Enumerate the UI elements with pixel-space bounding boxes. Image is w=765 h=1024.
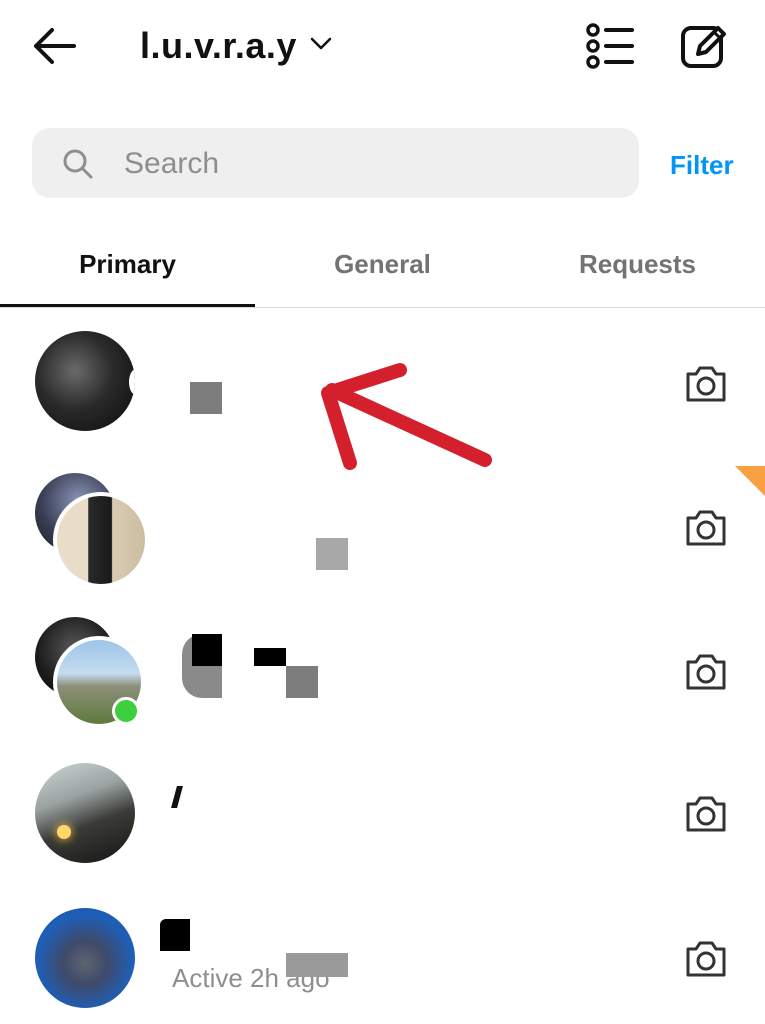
new-message-button[interactable]	[676, 20, 732, 72]
redacted-name	[160, 919, 190, 951]
back-button[interactable]	[28, 22, 84, 70]
tab-requests[interactable]: Requests	[510, 244, 765, 284]
redacted-name	[171, 786, 183, 808]
camera-icon[interactable]	[682, 504, 730, 552]
camera-icon[interactable]	[682, 935, 730, 983]
redacted-block	[286, 666, 318, 698]
notification-corner	[735, 466, 765, 496]
thread-row-2[interactable]	[0, 460, 765, 590]
thread-row-3[interactable]	[0, 604, 765, 734]
online-status-dot	[112, 697, 140, 725]
redacted-name	[190, 382, 222, 414]
redacted-block	[254, 648, 286, 666]
avatar	[35, 331, 135, 431]
thread-row-4[interactable]	[0, 750, 765, 880]
search-bar[interactable]	[32, 128, 639, 198]
search-icon	[63, 149, 93, 179]
filter-button[interactable]: Filter	[670, 150, 734, 181]
list-icon	[586, 23, 634, 69]
tab-divider	[0, 307, 765, 308]
avatar	[35, 908, 135, 1008]
camera-icon[interactable]	[682, 648, 730, 696]
list-view-button[interactable]	[582, 20, 638, 72]
account-username[interactable]: l.u.v.r.a.y	[140, 22, 297, 70]
avatar	[35, 763, 135, 863]
camera-icon[interactable]	[682, 790, 730, 838]
search-input[interactable]	[122, 140, 606, 188]
thread-row-5[interactable]: Active 2h ago	[0, 895, 765, 1024]
tab-general[interactable]: General	[255, 244, 510, 284]
back-arrow-icon	[34, 28, 76, 64]
avatar-secondary	[53, 492, 149, 588]
tab-primary[interactable]: Primary	[0, 244, 255, 284]
chevron-down-icon[interactable]	[308, 30, 334, 56]
camera-icon[interactable]	[682, 360, 730, 408]
redacted-block	[192, 634, 222, 666]
redacted-block	[286, 953, 348, 977]
redacted-name	[316, 538, 348, 570]
edit-icon	[681, 26, 726, 68]
